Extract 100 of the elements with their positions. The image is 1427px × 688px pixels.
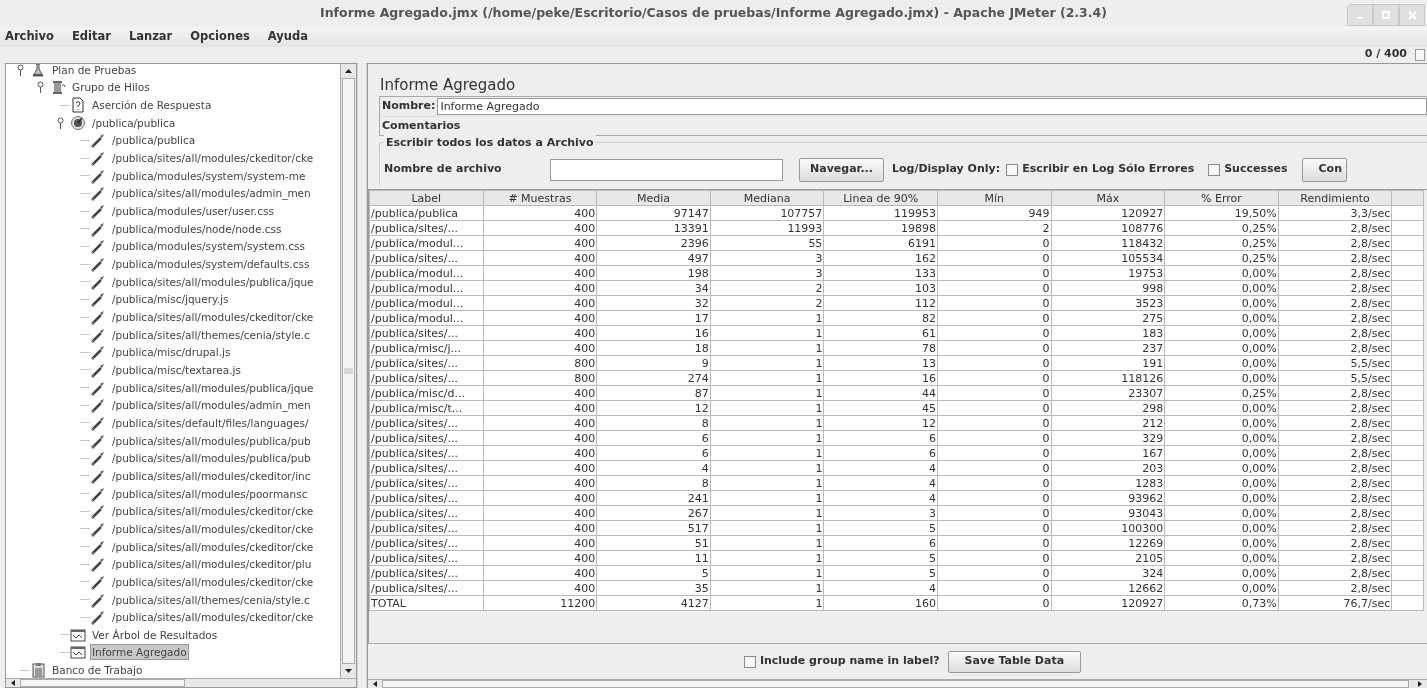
tree-item[interactable]: /publica/sites/all/themes/cenia/style.c [110,591,312,608]
tree-item[interactable]: /publica/misc/drupal.js [110,344,233,361]
table-cell: 2,8/sec [1278,490,1392,506]
name-field[interactable]: Informe Agregado [437,98,1427,115]
column-header[interactable]: Label [369,190,484,206]
pipette-icon [90,414,106,431]
table-cell: 87 [596,385,711,401]
column-header[interactable]: Rendimiento [1278,190,1392,206]
tree-item[interactable]: /publica/publica [110,132,198,149]
table-cell: 2,8/sec [1278,385,1392,401]
table-cell: 93043 [1051,505,1165,521]
column-header[interactable]: Media [596,190,711,206]
table-cell: /publica/modul... [369,235,484,251]
tree-item[interactable]: /publica/sites/all/modules/ckeditor/plu [110,556,314,573]
tree-item[interactable]: /publica/sites/default/files/languages/ [110,414,311,431]
menu-item[interactable]: Archivo [5,28,54,46]
tree-item[interactable]: /publica/sites/all/modules/ckeditor/cke [110,609,316,626]
menu-item[interactable]: Editar [71,28,111,46]
table-cell: 76,7/sec [1278,595,1392,611]
tree-item[interactable]: /publica/sites/all/modules/poormansc [110,485,310,502]
dial-icon [70,114,86,131]
tree-item[interactable]: /publica/sites/all/modules/ckeditor/cke [110,538,316,555]
checkbox[interactable] [1208,163,1221,176]
table-cell: 0,73% [1164,595,1279,611]
tree-item[interactable]: /publica/sites/all/modules/ckeditor/inc [110,467,313,484]
table-cell: 1 [710,355,824,371]
tree-item[interactable]: Plan de Pruebas [50,64,139,78]
tree-item[interactable]: /publica/sites/all/modules/publica/pub [110,450,313,467]
tree-item[interactable]: /publica/misc/jquery.js [110,291,231,308]
table-cell: 1 [710,430,824,446]
tree-item[interactable]: /publica/sites/all/modules/admin_men [110,397,313,414]
tree-item[interactable]: /publica/modules/system/system-me [110,167,308,184]
tree-item[interactable]: /publica/sites/all/modules/ckeditor/cke [110,573,316,590]
table-cell: 19898 [823,220,938,236]
menu-item[interactable]: Ayuda [267,28,308,46]
column-header[interactable]: Mediana [710,190,824,206]
table-cell: 2,8/sec [1278,520,1392,536]
table-cell: 1 [710,565,824,581]
scroll-thumb[interactable] [342,78,355,664]
checkbox[interactable] [743,655,756,668]
menu-item[interactable]: Lanzar [128,28,173,46]
scroll-thumb[interactable] [20,679,185,687]
close-button[interactable] [1399,4,1425,26]
column-header[interactable]: Máx [1051,190,1165,206]
checkbox[interactable] [1006,163,1019,176]
tree-item[interactable]: /publica/modules/user/user.css [110,203,276,220]
menu-item[interactable]: Opciones [190,28,250,46]
tree-toggle-icon[interactable] [35,81,45,94]
filename-field[interactable] [550,158,783,181]
config-button[interactable]: Con [1301,157,1347,182]
table-cell: 2 [937,220,1052,236]
table-cell: 4 [596,460,711,476]
table-cell: /publica/sites/... [369,580,484,596]
tree-item[interactable]: Grupo de Hilos [70,79,152,96]
tree-item[interactable]: /publica/sites/all/modules/ckeditor/cke [110,520,316,537]
table-cell: 0,00% [1164,535,1279,551]
tree-toggle-icon[interactable] [15,64,25,76]
table-cell: 0,00% [1164,475,1279,491]
tree-item[interactable]: /publica/sites/all/modules/ckeditor/cke [110,150,316,167]
tree-item[interactable]: /publica/modules/system/system.css [110,238,307,255]
tree-item[interactable]: /publica/sites/all/modules/ckeditor/cke [110,309,316,325]
browse-button[interactable]: Navegar... [799,157,884,182]
tree-toggle-icon[interactable] [55,116,65,129]
table-cell: 1283 [1051,475,1165,491]
table-cell: 18 [596,340,711,356]
tree-item[interactable]: Ver Árbol de Resultados [90,626,220,643]
pipette-icon [90,362,106,378]
table-cell: 2,8/sec [1278,220,1392,236]
tree-item[interactable]: /publica/modules/node/node.css [110,220,284,237]
tree-item[interactable]: Banco de Trabajo [50,662,145,678]
checkbox-label: Escribir en Log Sólo Errores [1022,161,1195,178]
column-header[interactable]: Linea de 90% [823,190,938,206]
tree-item[interactable]: /publica/sites/all/modules/admin_men [110,185,313,202]
table-cell: 12269 [1051,535,1165,551]
save-table-button[interactable]: Save Table Data [947,650,1082,673]
table-cell: 1 [710,460,824,476]
tree-item[interactable]: /publica/misc/textarea.js [110,362,243,378]
column-header[interactable]: Mín [937,190,1052,206]
table-cell: 6 [596,445,711,461]
vertical-scrollbar[interactable] [340,64,356,678]
tree-item[interactable]: /publica/sites/all/modules/ckeditor/cke [110,503,316,520]
tree-item[interactable]: /publica/sites/all/modules/publica/jque [110,273,316,290]
horizontal-scrollbar[interactable] [6,678,356,687]
tree-item[interactable]: /publica/sites/all/themes/cenia/style.c [110,326,312,343]
table-cell: 2105 [1051,550,1165,566]
tree-item[interactable]: Informe Agregado [90,644,189,661]
table-cell: 274 [596,370,711,386]
tree-item[interactable]: /publica/modules/system/defaults.css [110,256,312,273]
table-cell: 9 [596,355,711,371]
tree-item[interactable]: /publica/sites/all/modules/publica/pub [110,432,313,449]
table-cell: 0,00% [1164,355,1279,371]
tree-item[interactable]: /publica/publica [90,114,178,131]
table-cell: 400 [483,340,597,356]
column-header[interactable]: % Error [1164,190,1279,206]
tree-item[interactable]: /publica/sites/all/modules/publica/jque [110,379,316,396]
table-cell: 3 [823,505,938,521]
column-header[interactable]: # Muestras [483,190,597,206]
pipette-icon [90,379,106,396]
maximize-button[interactable] [1373,4,1399,26]
tree-item[interactable]: Aserción de Respuesta [90,97,214,114]
